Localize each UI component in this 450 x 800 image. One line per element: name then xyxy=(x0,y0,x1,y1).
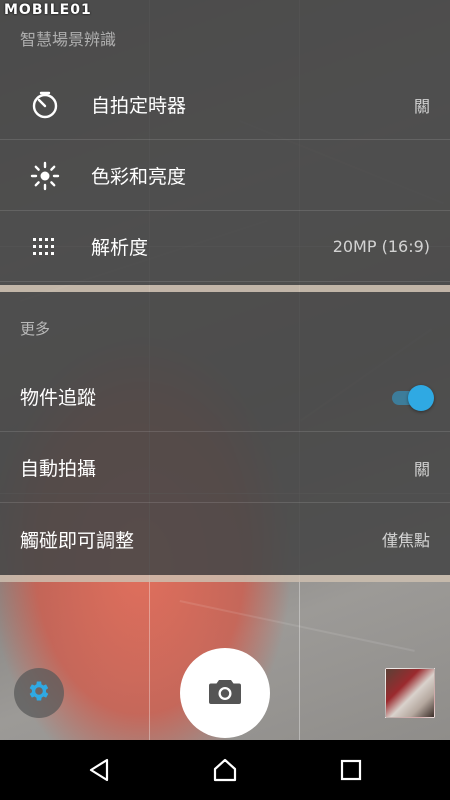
gear-icon xyxy=(26,678,52,708)
setting-row-object-tracking[interactable]: 物件追蹤 xyxy=(0,362,450,432)
resolution-value: 20MP (16:9) xyxy=(332,237,430,256)
color-brightness-label: 色彩和亮度 xyxy=(91,166,187,188)
self-timer-label: 自拍定時器 xyxy=(91,95,187,117)
camera-icon xyxy=(208,677,242,709)
auto-capture-label: 自動拍攝 xyxy=(20,458,97,480)
smart-scene-item[interactable]: 智慧場景辨識 xyxy=(20,26,116,50)
toggle-thumb xyxy=(408,384,434,411)
self-timer-value: 關 xyxy=(413,96,430,116)
object-tracking-label: 物件追蹤 xyxy=(20,387,97,409)
setting-row-touch-adjust[interactable]: 觸碰即可調整 僅焦點 xyxy=(0,504,450,574)
gallery-thumbnail[interactable] xyxy=(385,668,435,718)
home-icon[interactable] xyxy=(211,756,239,784)
camera-settings-button[interactable] xyxy=(14,668,64,718)
brightness-icon xyxy=(28,159,62,193)
setting-row-self-timer[interactable]: 自拍定時器 關 xyxy=(0,70,450,140)
setting-row-resolution[interactable]: 解析度 20MP (16:9) xyxy=(0,212,450,282)
resolution-grid-icon xyxy=(28,230,62,264)
auto-capture-value: 關 xyxy=(413,459,430,479)
navigation-bar xyxy=(0,740,450,800)
setting-row-color-brightness[interactable]: 色彩和亮度 xyxy=(0,141,450,211)
back-triangle-icon[interactable] xyxy=(86,756,114,784)
touch-adjust-label: 觸碰即可調整 xyxy=(20,529,135,552)
object-tracking-toggle[interactable] xyxy=(390,384,434,411)
self-timer-icon xyxy=(28,88,62,122)
panel-separator xyxy=(0,285,450,292)
panel-separator-bottom xyxy=(0,575,450,582)
shutter-button[interactable] xyxy=(180,648,270,738)
resolution-label: 解析度 xyxy=(91,237,149,259)
touch-adjust-value: 僅焦點 xyxy=(381,531,430,550)
recents-square-icon[interactable] xyxy=(337,756,365,784)
watermark-logo: MOBILE01 xyxy=(4,2,92,18)
setting-row-auto-capture[interactable]: 自動拍攝 關 xyxy=(0,433,450,503)
more-section-header: 更多 xyxy=(20,320,51,338)
